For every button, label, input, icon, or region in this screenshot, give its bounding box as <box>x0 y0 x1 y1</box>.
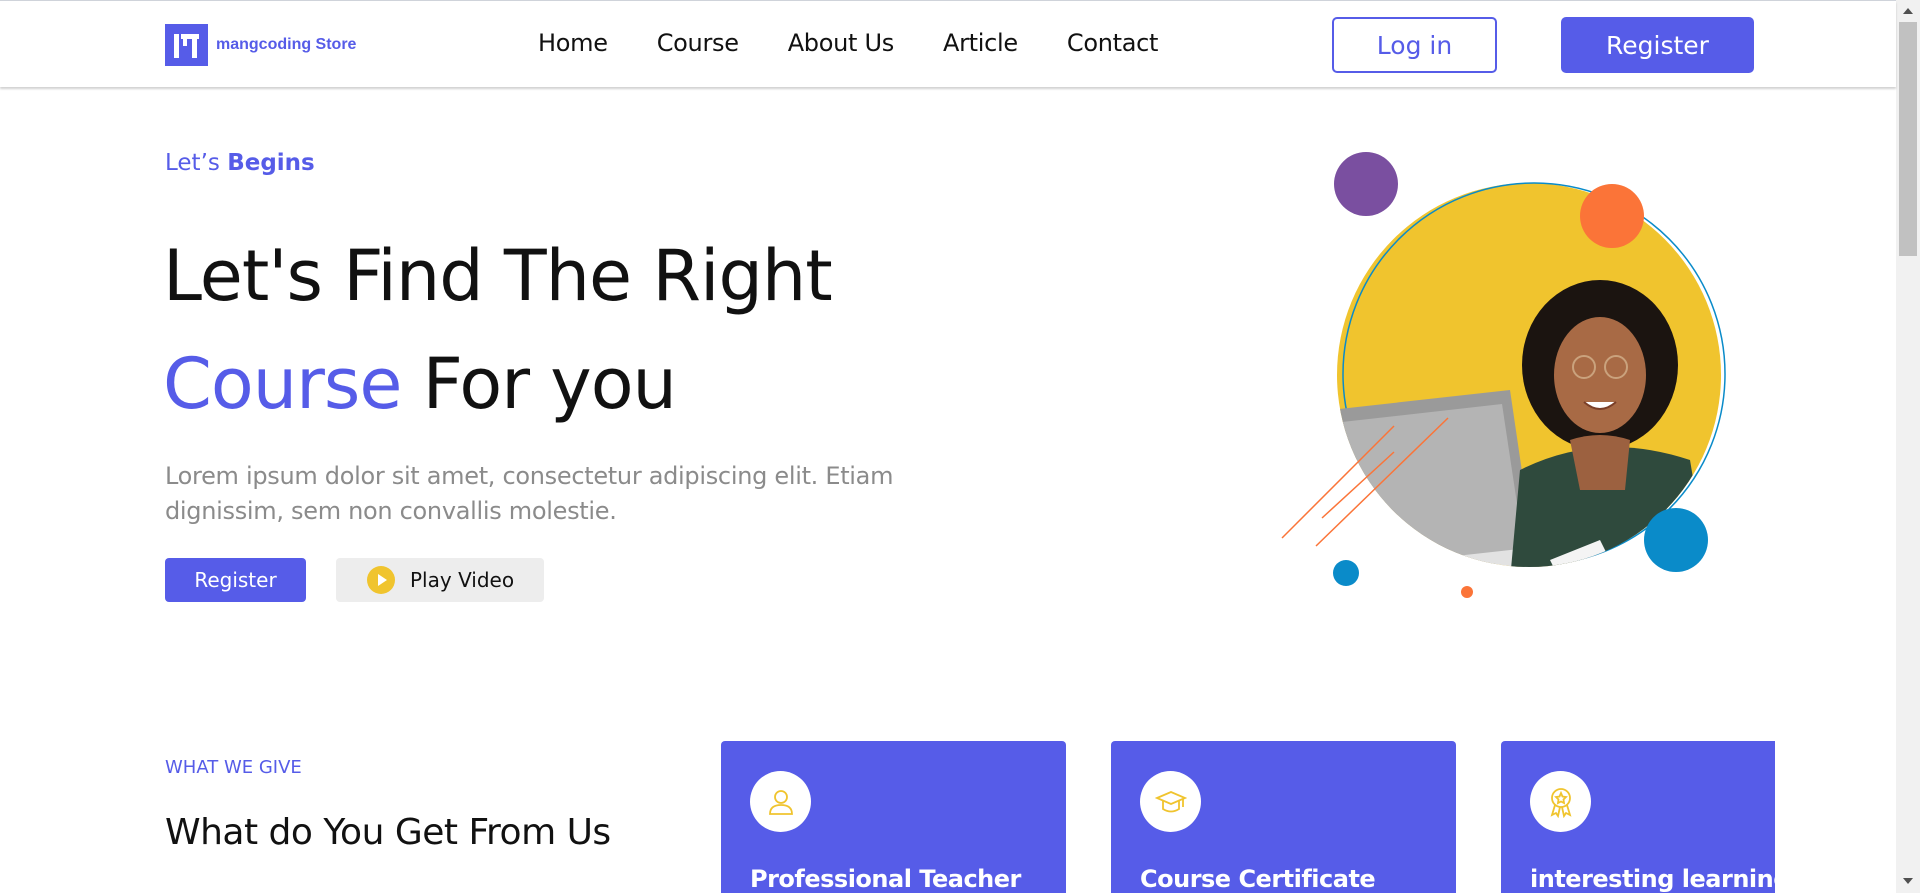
user-icon <box>750 771 811 832</box>
feature-card-course-certificate[interactable]: Course Certificate <box>1111 741 1456 893</box>
hero-title-accent: Course <box>163 343 402 425</box>
logo-text: mangcoding Store <box>216 36 357 53</box>
feature-card-title: Professional Teacher <box>750 865 1021 893</box>
page-scrollbar[interactable] <box>1896 0 1920 893</box>
hero-register-button[interactable]: Register <box>165 558 306 602</box>
purple-dot <box>1334 152 1398 216</box>
logo-mark-icon <box>165 24 208 66</box>
hero-illustration <box>1281 152 1726 598</box>
login-button[interactable]: Log in <box>1332 17 1497 73</box>
hero-eyebrow: Let’s Begins <box>165 150 315 176</box>
blue-dot-small <box>1333 560 1359 586</box>
nav-article[interactable]: Article <box>943 29 1018 57</box>
hero-eyebrow-bold: Begins <box>227 150 315 176</box>
site-header: mangcoding Store Home Course About Us Ar… <box>0 1 1896 87</box>
section-eyebrow: WHAT WE GIVE <box>165 757 302 778</box>
feature-card-title: interesting learning <box>1530 865 1790 893</box>
nav-contact[interactable]: Contact <box>1067 29 1159 57</box>
award-icon <box>1530 771 1591 832</box>
main-nav: Home Course About Us Article Contact <box>538 29 1207 57</box>
feature-card-title: Course Certificate <box>1140 865 1376 893</box>
hero-title: Let's Find The Right Course For you <box>163 222 833 438</box>
play-icon <box>367 566 395 594</box>
hero-description: Lorem ipsum dolor sit amet, consectetur … <box>165 462 894 525</box>
hero-eyebrow-prefix: Let’s <box>165 150 220 176</box>
orange-dot-small <box>1461 586 1473 598</box>
hero-title-line1: Let's Find The Right <box>163 235 833 317</box>
nav-home[interactable]: Home <box>538 29 608 57</box>
scrollbar-thumb[interactable] <box>1899 22 1917 256</box>
nav-about-us[interactable]: About Us <box>788 29 895 57</box>
orange-dot <box>1580 184 1644 248</box>
register-button[interactable]: Register <box>1561 17 1754 73</box>
blue-dot-large <box>1644 508 1708 572</box>
nav-course[interactable]: Course <box>657 29 739 57</box>
section-title: What do You Get From Us <box>165 812 611 853</box>
scroll-up-arrow-icon[interactable] <box>1903 8 1913 14</box>
feature-card-interesting-learning[interactable]: interesting learning <box>1501 741 1790 893</box>
scroll-down-arrow-icon[interactable] <box>1903 878 1913 884</box>
hero-title-rest: For you <box>401 343 677 425</box>
graduation-cap-icon <box>1140 771 1201 832</box>
play-video-label: Play Video <box>410 568 515 592</box>
play-video-button[interactable]: Play Video <box>336 558 544 602</box>
logo[interactable]: mangcoding Store <box>165 24 356 66</box>
feature-card-professional-teacher[interactable]: Professional Teacher <box>721 741 1066 893</box>
